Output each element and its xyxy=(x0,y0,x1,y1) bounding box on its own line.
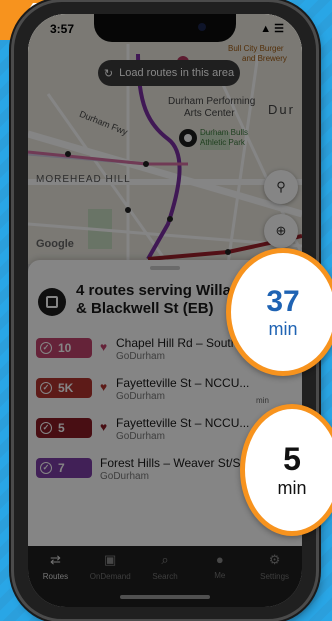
tab-label: Search xyxy=(152,572,178,581)
eta-value: 5 xyxy=(283,441,301,477)
tab-label: Routes xyxy=(42,572,69,581)
tab-routes[interactable]: ⇄ Routes xyxy=(28,552,83,607)
map-search-button[interactable]: ⚲ xyxy=(264,170,298,204)
route-number: 7 xyxy=(58,461,65,475)
check-icon: ✓ xyxy=(40,462,52,474)
route-agency: GoDurham xyxy=(116,391,165,402)
gear-icon: ⚙ xyxy=(268,552,281,567)
favorite-heart-icon[interactable]: ♥ xyxy=(100,420,107,434)
profile-icon: ● xyxy=(215,552,224,567)
notch xyxy=(94,14,236,42)
tab-label: Me xyxy=(214,571,226,580)
route-badge: ✓ 5K xyxy=(36,378,92,398)
eta-unit-small: min xyxy=(256,396,269,405)
crosshair-icon: ⊕ xyxy=(275,223,287,238)
check-icon: ✓ xyxy=(40,382,52,394)
route-name: Fayetteville St – NCCU... xyxy=(116,416,250,430)
route-row-5k[interactable]: ✓ 5K ♥ Fayetteville St – NCCU... GoDurham… xyxy=(28,372,302,410)
sheet-handle[interactable] xyxy=(150,266,180,270)
home-indicator[interactable] xyxy=(120,595,210,599)
bus-stop-icon xyxy=(38,288,66,316)
route-badge: ✓ 5 xyxy=(36,418,92,438)
route-agency: GoDurham xyxy=(100,471,149,482)
locate-me-button[interactable]: ⊕ xyxy=(264,214,298,248)
map-label-athletic: Athletic Park xyxy=(200,138,245,147)
status-time: 3:57 xyxy=(50,22,75,36)
eta-bubble-37: 37 min xyxy=(226,248,332,376)
map-label-morehead: MOREHEAD HILL xyxy=(36,174,131,185)
tab-bar: ⇄ Routes ▣ OnDemand ⌕ Search ● Me ⚙ Settings xyxy=(28,546,302,607)
eta-unit: min xyxy=(268,318,298,339)
load-routes-button[interactable]: ↻ Load routes in this area xyxy=(98,60,240,86)
route-name: Forest Hills – Weaver St/Shannon Rd xyxy=(100,456,250,470)
map-label-performing: Durham Performing xyxy=(168,96,256,107)
search-icon: ⚲ xyxy=(276,179,286,194)
favorite-heart-icon[interactable]: ♥ xyxy=(100,380,107,394)
map-label-brewery: and Brewery xyxy=(242,54,287,63)
tab-label: Settings xyxy=(260,572,290,581)
tab-settings[interactable]: ⚙ Settings xyxy=(247,552,302,607)
route-badge: ✓ 7 xyxy=(36,458,92,478)
route-name: Fayetteville St – NCCU... xyxy=(116,376,250,390)
check-icon: ✓ xyxy=(40,342,52,354)
load-routes-label: Load routes in this area xyxy=(119,67,235,79)
search-icon: ⌕ xyxy=(161,552,169,567)
eta-value: 37 xyxy=(266,284,300,318)
map-label-bull-city: Bull City Burger xyxy=(228,44,284,53)
map-label-arts: Arts Center xyxy=(184,108,235,119)
favorite-heart-icon[interactable]: ♥ xyxy=(100,340,107,354)
google-logo: Google xyxy=(36,238,74,250)
route-agency: GoDurham xyxy=(116,351,165,362)
map-label-bulls: Durham Bulls xyxy=(200,128,249,137)
route-agency: GoDurham xyxy=(116,431,165,442)
route-number: 5 xyxy=(58,421,65,435)
eta-unit: min xyxy=(277,478,307,498)
bus-icon: ▣ xyxy=(104,552,117,567)
map-view[interactable]: Durham Performing Arts Center Durham Fwy… xyxy=(28,14,302,264)
routes-icon: ⇄ xyxy=(49,552,61,567)
route-badge: ✓ 10 xyxy=(36,338,92,358)
status-icons: ▲ ☰ xyxy=(260,23,284,35)
route-number: 5K xyxy=(58,381,74,395)
map-label-dur: Dur xyxy=(268,102,295,117)
check-icon: ✓ xyxy=(40,422,52,434)
refresh-icon: ↻ xyxy=(103,67,114,80)
route-number: 10 xyxy=(58,341,72,355)
tab-label: OnDemand xyxy=(89,572,131,581)
